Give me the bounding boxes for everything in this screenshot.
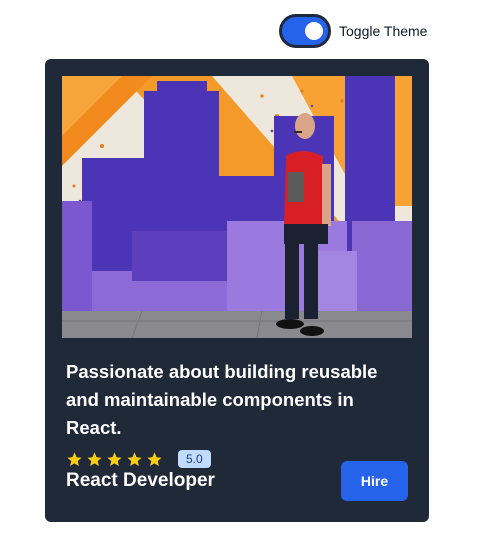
toggle-knob — [305, 22, 323, 40]
theme-toggle-switch[interactable] — [279, 14, 331, 48]
theme-toggle-row: Toggle Theme — [279, 14, 427, 48]
profile-card: Passionate about building reusable and m… — [45, 59, 429, 522]
hire-button[interactable]: Hire — [341, 461, 408, 501]
page: Toggle Theme Passionate about building r… — [0, 0, 483, 553]
card-footer: React Developer Hire — [66, 461, 408, 501]
card-description: Passionate about building reusable and m… — [66, 361, 378, 438]
theme-toggle-label: Toggle Theme — [339, 23, 428, 39]
profile-photo — [62, 76, 412, 338]
role-title: React Developer — [66, 470, 215, 491]
